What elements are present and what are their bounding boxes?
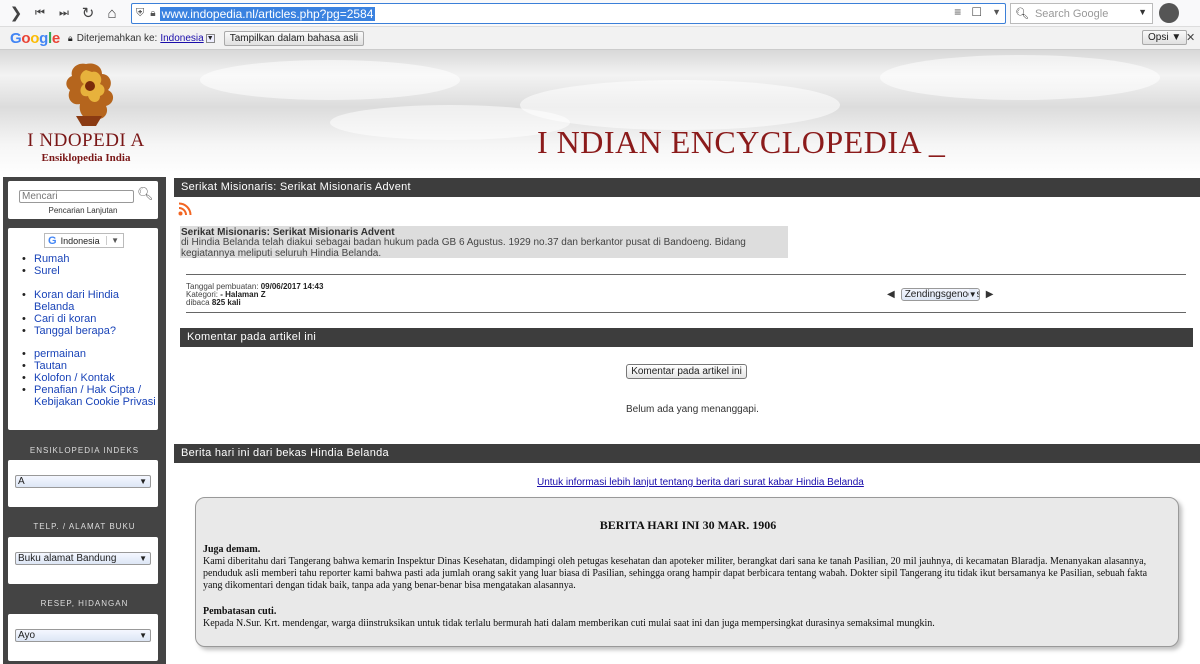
phone-book-select[interactable]: Buku alamat Bandung ▼ [15,552,151,565]
category-select[interactable]: Zendingsgenootschap ▼ [900,288,980,301]
sidebar-item-search-newspapers[interactable]: Cari di koran [22,313,144,325]
sidebar-item-newspapers[interactable]: Koran dari Hindia Belanda [22,289,144,313]
sidebar-item-links[interactable]: Tautan [22,360,158,372]
translate-label: Diterjemahkan ke: [76,32,158,44]
chevron-down-icon[interactable]: ▼ [1138,7,1147,17]
chevron-down-icon[interactable]: ▼ [992,7,1001,19]
recipe-select[interactable]: Ayo ▼ [15,629,151,642]
news-paragraph: Kami diberitahu dari Tangerang bahwa kem… [203,556,1148,591]
lock-icon: 🔒︎ [67,32,73,43]
next-icon[interactable]: ▶ [986,289,994,300]
news-card: BERITA HARI INI 30 MAR. 1906 Juga demam.… [195,497,1179,647]
show-original-button[interactable]: Tampilkan dalam bahasa asli [223,30,365,46]
sidebar-item-games[interactable]: permainan [22,348,158,360]
advanced-search-link[interactable]: Pencarian Lanjutan [8,206,158,215]
recipe-box: Ayo ▼ [8,614,158,661]
news-bar: Berita hari ini dari bekas Hindia Beland… [174,444,1200,463]
home-icon[interactable]: ⌂ [100,1,124,25]
translate-bar: Google 🔒︎ Diterjemahkan ke: Indonesia ▼ … [0,27,1200,50]
reload-icon[interactable]: ↻ [76,1,100,25]
menu-list-other: permainan Tautan Kolofon / Kontak Penafi… [22,348,158,408]
index-heading: ENSIKLOPEDIA INDEKS [29,446,140,455]
news-headline: BERITA HARI INI 30 MAR. 1906 [599,518,777,532]
google-g-icon: G [48,234,57,247]
sidebar-menu-box: G Indonesia ▼ Rumah Surel Koran dari Hin… [8,228,158,430]
site-title: I NDIAN ENCYCLOPEDIA _ [537,124,946,160]
search-box[interactable]: 🔍︎ Search Google ▼ [1010,3,1153,24]
logo-subtitle: Ensiklopedia India [41,152,131,164]
news-subheading: Juga demam. [203,544,261,555]
article-title-bar: Serikat Misionaris: Serikat Misionaris A… [174,178,1200,197]
chevron-down-icon[interactable]: ▼ [968,289,977,300]
article-pager: ◀ Zendingsgenootschap ▼ ▶ [887,288,993,301]
close-icon[interactable]: ✕ [1186,31,1195,44]
news-subheading: Pembatasan cuti. [203,606,277,617]
site-banner: I NDOPEDI A Ensiklopedia India I NDIAN E… [0,50,1200,177]
language-selector-value: Indonesia [60,235,100,246]
chevron-down-icon[interactable]: ▼ [139,630,147,641]
skip-forward-icon[interactable]: ⏭ [52,1,76,25]
reader-icon[interactable]: ≡ [954,5,961,19]
sidebar-item-email[interactable]: Surel [22,265,69,277]
lock-icon[interactable]: 🔒︎ [150,8,155,19]
chevron-down-icon[interactable]: ▼ [139,476,147,487]
phone-book-heading: TELP. / ALAMAT BUKU [33,522,136,531]
news-paragraph: Kepada N.Sur. Krt. mendengar, warga diin… [203,618,935,629]
previous-icon[interactable]: ◀ [887,289,895,300]
search-engine-icon[interactable]: 🔍︎ [1015,7,1029,20]
menu-list-main: Rumah Surel [22,253,69,277]
phone-book-select-value: Buku alamat Bandung [18,553,117,564]
index-select[interactable]: A ▼ [15,475,151,488]
logo-title[interactable]: I NDOPEDI A [0,130,172,152]
rss-icon[interactable] [178,202,192,216]
sidebar-item-home[interactable]: Rumah [22,253,69,265]
bookmark-icon[interactable]: ☐ [971,5,982,19]
phone-book-box: Buku alamat Bandung ▼ [8,537,158,584]
search-input[interactable]: Mencari [19,190,134,203]
divider [186,274,1186,275]
recipe-heading: RESEP, HIDANGAN [40,599,129,608]
sidebar-item-colophon[interactable]: Kolofon / Kontak [22,372,158,384]
forward-icon[interactable]: ❯ [4,1,28,25]
sidebar-item-what-date[interactable]: Tanggal berapa? [22,325,144,337]
index-box: A ▼ [8,460,158,507]
translate-language-link[interactable]: Indonesia [160,33,203,44]
menu-list-newspapers: Koran dari Hindia Belanda Cari di koran … [22,289,144,337]
language-selector[interactable]: G Indonesia ▼ [44,233,124,248]
skip-back-icon[interactable]: ⏮ [28,1,52,25]
divider [186,312,1186,313]
google-logo: Google [10,29,60,47]
chevron-down-icon[interactable]: ▼ [106,236,123,245]
url-text[interactable]: www.indopedia.nl/articles.php?pg=2584 [159,6,376,21]
news-info-link[interactable]: Untuk informasi lebih lanjut tentang ber… [537,477,864,488]
wayang-emblem-icon [66,63,114,126]
translate-dropdown-icon[interactable]: ▼ [205,33,215,43]
url-bar[interactable]: ⛨ 🔒︎ www.indopedia.nl/articles.php?pg=25… [131,3,1006,24]
account-icon[interactable] [1159,3,1179,23]
sidebar-item-disclaimer[interactable]: Penafian / Hak Cipta / Kebijakan Cookie … [22,384,158,408]
search-icon[interactable]: 🔍︎ [137,186,154,202]
site-logo[interactable]: I NDOPEDI A Ensiklopedia India [0,50,172,177]
article-read-count: dibaca 825 kali [186,298,241,307]
comment-button[interactable]: Komentar pada artikel ini [626,364,747,379]
shield-icon[interactable]: ⛨ [136,7,144,20]
sidebar-search-box: Mencari 🔍︎ Pencarian Lanjutan [8,181,158,219]
comments-bar: Komentar pada artikel ini [180,328,1193,347]
sidebar: Mencari 🔍︎ Pencarian Lanjutan G Indonesi… [3,177,166,664]
recipe-select-value: Ayo [18,630,36,641]
index-select-value: A [18,476,25,487]
no-comments-text: Belum ada yang menanggapi. [626,404,759,415]
options-button[interactable]: Opsi ▼ [1142,30,1188,45]
article-body: di Hindia Belanda telah diakui sebagai b… [181,237,746,259]
search-placeholder: Search Google [1034,7,1109,20]
chevron-down-icon[interactable]: ▼ [139,553,147,564]
